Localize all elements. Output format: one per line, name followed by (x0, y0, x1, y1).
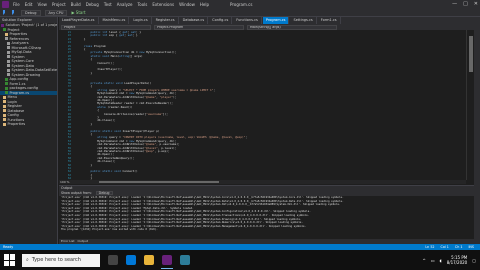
menu-item[interactable]: Window (179, 0, 195, 9)
ref-file-icon (7, 73, 10, 77)
cs-file-icon (5, 91, 8, 95)
folder-file-icon (3, 109, 6, 113)
store-icon[interactable] (180, 255, 190, 265)
close-button[interactable]: ✕ (474, 0, 478, 9)
zoom-level[interactable]: 100 % (60, 180, 70, 184)
system-tray: ^ ▭ ◖ 5:15 PM 8/17/2020 ▢ (422, 250, 476, 270)
menu-item[interactable]: File (13, 0, 20, 9)
maximize-button[interactable]: □ (463, 0, 468, 9)
minimize-button[interactable]: — (452, 0, 457, 9)
folder-file-icon (3, 122, 6, 126)
windows-taskbar: ⌕ Type here to search ^ ▭ ◖ 5:15 PM 8/17… (0, 250, 480, 270)
folder-file-icon (3, 100, 6, 104)
solution-tree: Solution 'Project' (1 of 1 project) Proje… (0, 23, 57, 127)
menu-item[interactable]: Project (52, 0, 66, 9)
platform-dropdown[interactable]: Any CPU (44, 9, 68, 16)
tree-item-label: Properties (7, 122, 26, 126)
clock-date: 8/17/2020 (446, 260, 468, 265)
tree-item[interactable]: Properties (0, 122, 57, 127)
configuration-dropdown[interactable]: Debug (21, 9, 41, 16)
navigate-back-icon[interactable] (3, 10, 8, 15)
taskbar-clock[interactable]: 5:15 PM 8/17/2020 (447, 255, 468, 265)
volume-icon[interactable]: ◖ (440, 258, 442, 263)
folder-file-icon (3, 95, 6, 99)
editor-vertical-scrollbar[interactable] (466, 30, 474, 180)
menu-item[interactable]: Test (104, 0, 112, 9)
ref-file-icon (7, 68, 10, 72)
document-tab[interactable]: Settings.cs (290, 17, 317, 24)
output-pane: Output Show output from: Debug 'Project.… (59, 185, 474, 244)
menu-item[interactable]: Help (200, 0, 209, 9)
edge-browser-icon[interactable] (126, 255, 136, 265)
standard-toolbar: Debug Any CPU ▶ Start (0, 9, 480, 17)
menu-item[interactable]: Extensions (152, 0, 174, 9)
document-tab[interactable]: Config.cs (209, 17, 233, 24)
search-placeholder: Type here to search (31, 256, 81, 263)
notifications-icon[interactable]: ▢ (472, 258, 476, 263)
document-tab[interactable]: LoadPlayerData.cs (59, 17, 99, 24)
windows-start-icon[interactable] (4, 254, 16, 266)
document-tab[interactable]: Functions.cs (233, 17, 262, 24)
sln-file-icon (1, 23, 4, 27)
cs-file-icon (3, 28, 6, 32)
ref-file-icon (7, 64, 10, 68)
ref-file-icon (7, 50, 10, 54)
chevron-up-icon[interactable]: ^ (422, 258, 425, 263)
document-tabs: LoadPlayerData.cs MainMenu.cs Login.cs Regi… (59, 17, 480, 24)
document-tab[interactable]: Form1.cs (317, 17, 341, 24)
cs-file-icon (5, 82, 8, 86)
menu-item[interactable]: Debug (86, 0, 99, 9)
document-tab[interactable]: Register.cs (152, 17, 179, 24)
ref-file-icon (7, 46, 10, 50)
window-title: Program.cs (230, 2, 253, 7)
scrollbar-thumb[interactable] (99, 181, 219, 183)
menu-item[interactable]: Analyze (117, 0, 133, 9)
navigate-forward-icon[interactable] (12, 10, 17, 15)
menu-bar: File Edit View Project Build Debug Test Analyze… (13, 0, 209, 9)
document-tab[interactable]: Program.cs (262, 17, 290, 24)
network-icon[interactable]: ▭ (431, 258, 435, 263)
code-editor[interactable]: 21 public int level { get; set; } 22 publ… (59, 30, 466, 180)
menu-item[interactable]: Tools (138, 0, 148, 9)
menu-item[interactable]: Build (71, 0, 81, 9)
visual-studio-window: File Edit View Project Build Debug Test Analyze… (0, 0, 480, 270)
side-tool-strip (474, 17, 480, 244)
document-tab[interactable]: Login.cs (130, 17, 152, 24)
output-line: The program '[1234] Project.exe' has exi… (61, 228, 158, 232)
taskbar-search-input[interactable]: ⌕ Type here to search (22, 253, 100, 267)
folder-file-icon (3, 113, 6, 117)
solution-explorer: Solution Explorer Solution 'Project' (1 … (0, 17, 58, 244)
output-log: 'Project.exe' (CLR v4.0.30319: Project.e… (59, 196, 474, 232)
member-dropdown[interactable]: Main(string[] args) (247, 24, 337, 30)
ref-file-icon (5, 37, 8, 41)
visual-studio-taskbar-icon[interactable] (161, 255, 173, 269)
document-tab[interactable]: MainMenu.cs (99, 17, 130, 24)
ref-file-icon (7, 55, 10, 59)
scrollbar-thumb[interactable] (469, 36, 473, 72)
folder-file-icon (5, 32, 8, 36)
title-bar: File Edit View Project Build Debug Test Analyze… (0, 0, 480, 9)
project-dropdown[interactable]: Project (61, 24, 151, 30)
ref-file-icon (7, 41, 10, 45)
menu-item[interactable]: Edit (25, 0, 33, 9)
folder-file-icon (3, 118, 6, 122)
taskbar-apps (108, 255, 190, 269)
cs-file-icon (5, 86, 8, 90)
visual-studio-logo-icon (2, 1, 9, 8)
file-explorer-icon[interactable] (144, 255, 154, 265)
menu-item[interactable]: View (37, 0, 47, 9)
task-view-icon[interactable] (108, 255, 118, 265)
cs-file-icon (5, 77, 8, 81)
window-controls: — □ ✕ (452, 0, 478, 9)
class-dropdown[interactable]: Project.Program (154, 24, 244, 30)
search-icon: ⌕ (26, 256, 29, 263)
folder-file-icon (3, 104, 6, 108)
start-debugging-button[interactable]: ▶ Start (71, 10, 85, 15)
ref-file-icon (7, 59, 10, 63)
editor-horizontal-scrollbar[interactable] (59, 180, 466, 184)
output-source-dropdown[interactable]: Debug (95, 191, 113, 195)
document-tab[interactable]: Database.cs (179, 17, 209, 24)
